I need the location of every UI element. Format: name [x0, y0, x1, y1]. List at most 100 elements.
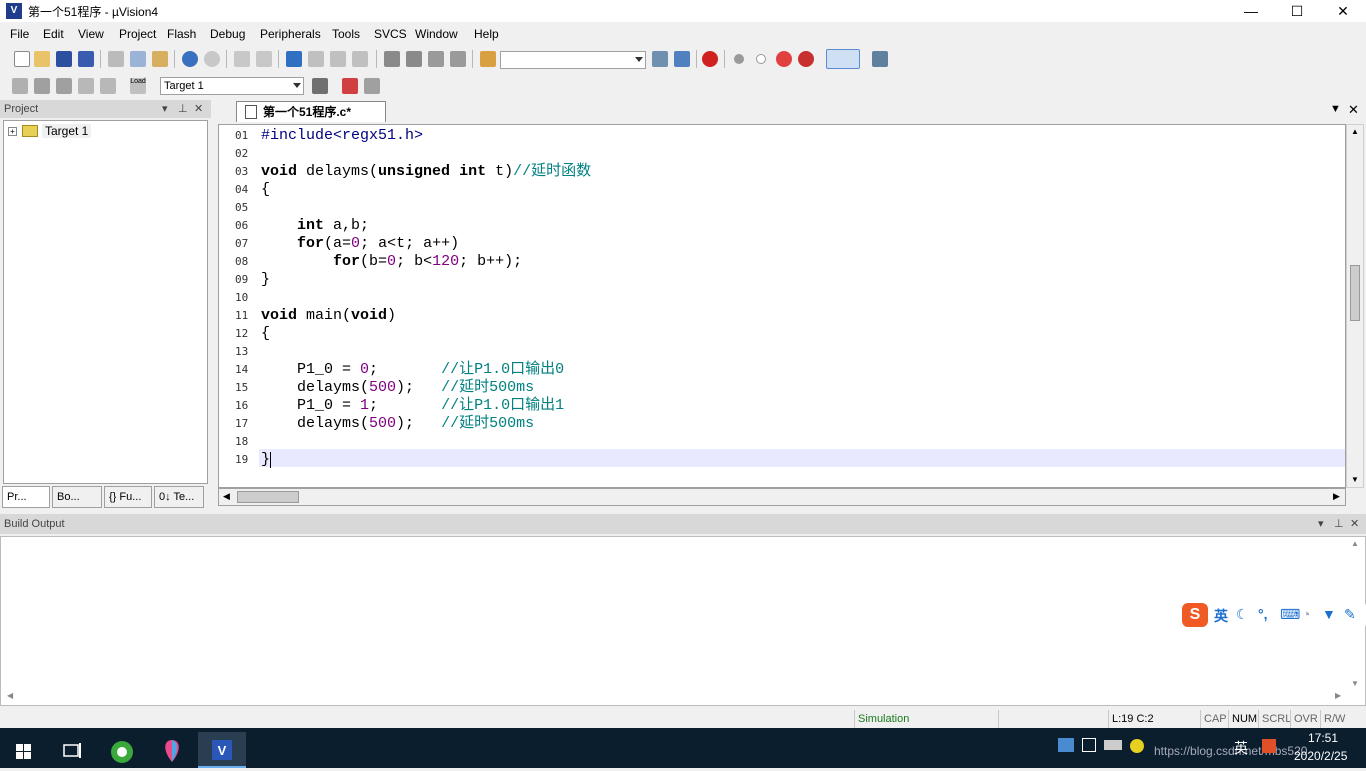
clock-date[interactable]: 2020/2/25: [1294, 749, 1347, 763]
nav-back-icon[interactable]: [234, 51, 250, 67]
clock-time[interactable]: 17:51: [1308, 731, 1338, 745]
configure-icon[interactable]: [872, 51, 888, 67]
pin-icon[interactable]: ⊥: [178, 100, 188, 118]
window-layout-icon[interactable]: [826, 49, 860, 69]
taskbar-app-paint[interactable]: [148, 732, 196, 768]
manage-components-icon[interactable]: [342, 78, 358, 94]
close-button[interactable]: ✕: [1320, 0, 1366, 22]
close-tab-icon[interactable]: ✕: [1348, 102, 1359, 118]
new-file-icon[interactable]: [14, 51, 30, 67]
disable-all-breakpoints-icon[interactable]: [776, 51, 792, 67]
build-close-icon[interactable]: ✕: [1350, 514, 1359, 534]
redo-icon[interactable]: [204, 51, 220, 67]
editor-file-tab[interactable]: 第一个51程序.c*: [236, 101, 386, 122]
horizontal-scrollbar[interactable]: ◀ ▶: [218, 488, 1346, 506]
code-line[interactable]: int a,b;: [261, 217, 369, 235]
vertical-scroll-thumb[interactable]: [1350, 265, 1360, 321]
ime-lang-toggle[interactable]: 英: [1214, 606, 1228, 626]
wrench-icon[interactable]: ✎: [1344, 606, 1356, 623]
menu-window[interactable]: Window: [415, 27, 458, 41]
code-line[interactable]: void delayms(unsigned int t)//延时函数: [261, 163, 591, 181]
nav-forward-icon[interactable]: [256, 51, 272, 67]
moon-icon[interactable]: ☾: [1236, 606, 1249, 623]
next-bookmark-icon[interactable]: [330, 51, 346, 67]
code-line[interactable]: for(b=0; b<120; b++);: [261, 253, 522, 271]
uncomment-icon[interactable]: [450, 51, 466, 67]
kill-all-breakpoints-icon[interactable]: [798, 51, 814, 67]
save-all-icon[interactable]: [78, 51, 94, 67]
open-folder-icon[interactable]: [34, 51, 50, 67]
menu-help[interactable]: Help: [474, 27, 499, 41]
scroll-right-icon[interactable]: ▶: [1333, 491, 1340, 502]
menu-view[interactable]: View: [78, 27, 104, 41]
load-icon[interactable]: Load: [130, 78, 146, 94]
menu-flash[interactable]: Flash: [167, 27, 196, 41]
panel-close-icon[interactable]: ✕: [194, 100, 203, 118]
find-in-files-icon[interactable]: [480, 51, 496, 67]
copy-icon[interactable]: [130, 51, 146, 67]
tab-project[interactable]: Pr...: [2, 486, 50, 508]
code-line[interactable]: {: [261, 181, 270, 199]
build-panel-menu-icon[interactable]: ▾: [1318, 514, 1324, 534]
menu-peripherals[interactable]: Peripherals: [260, 27, 321, 41]
build-scroll-up-icon[interactable]: ▲: [1351, 539, 1359, 548]
network-share-icon[interactable]: [1058, 738, 1074, 752]
tab-templates[interactable]: 0↓ Te...: [154, 486, 204, 508]
taskbar-ime-lang[interactable]: 英: [1234, 738, 1248, 758]
skin-icon[interactable]: ▼: [1322, 606, 1336, 622]
code-line[interactable]: P1_0 = 0; //让P1.0口输出0: [261, 361, 564, 379]
find-combo[interactable]: [500, 51, 646, 69]
user-icon[interactable]: ◔: [1302, 606, 1310, 622]
menu-tools[interactable]: Tools: [332, 27, 360, 41]
expand-icon[interactable]: +: [8, 127, 17, 136]
target-options-icon[interactable]: [312, 78, 328, 94]
device-tray-icon[interactable]: [1104, 740, 1122, 750]
code-area[interactable]: 01 02 03 04 05 06 07 08 09 10 11 12 13 14 15 16 17 18 19 #…: [218, 124, 1346, 488]
punctuation-icon[interactable]: °,: [1258, 606, 1268, 622]
rebuild-icon[interactable]: [56, 78, 72, 94]
keyboard-icon[interactable]: ⌨: [1280, 606, 1300, 623]
menu-edit[interactable]: Edit: [43, 27, 64, 41]
code-line[interactable]: for(a=0; a<t; a++): [261, 235, 459, 253]
scroll-down-icon[interactable]: ▼: [1351, 475, 1359, 484]
disable-breakpoint-icon[interactable]: [756, 54, 766, 64]
indent-icon[interactable]: [384, 51, 400, 67]
tab-functions[interactable]: {} Fu...: [104, 486, 152, 508]
menu-svcs[interactable]: SVCS: [374, 27, 407, 41]
start-button[interactable]: [0, 732, 48, 768]
build-pin-icon[interactable]: ⊥: [1334, 514, 1344, 534]
unindent-icon[interactable]: [406, 51, 422, 67]
menu-debug[interactable]: Debug: [210, 27, 245, 41]
batch-build-icon[interactable]: [78, 78, 94, 94]
plus-tray-icon[interactable]: [1130, 739, 1144, 753]
save-icon[interactable]: [56, 51, 72, 67]
clear-bookmarks-icon[interactable]: [352, 51, 368, 67]
taskbar-app-uvision[interactable]: V: [198, 732, 246, 768]
find-icon[interactable]: [652, 51, 668, 67]
code-line[interactable]: }: [261, 271, 270, 289]
menu-file[interactable]: File: [10, 27, 29, 41]
horizontal-scroll-thumb[interactable]: [237, 491, 299, 503]
paste-icon[interactable]: [152, 51, 168, 67]
copy-tray-icon[interactable]: [1082, 738, 1096, 752]
code-line[interactable]: P1_0 = 1; //让P1.0口输出1: [261, 397, 564, 415]
cut-icon[interactable]: [108, 51, 124, 67]
code-line[interactable]: void main(void): [261, 307, 396, 325]
breakpoint-icon[interactable]: [734, 54, 744, 64]
maximize-button[interactable]: ☐: [1274, 0, 1320, 22]
build-icon[interactable]: [34, 78, 50, 94]
task-view-button[interactable]: [48, 732, 96, 768]
code-line[interactable]: }: [261, 451, 270, 469]
comment-icon[interactable]: [428, 51, 444, 67]
scroll-up-icon[interactable]: ▲: [1351, 127, 1359, 136]
tree-item-target[interactable]: Target 1: [42, 124, 92, 138]
bookmark-icon[interactable]: [286, 51, 302, 67]
build-scroll-down-icon[interactable]: ▼: [1351, 679, 1359, 688]
debug-session-icon[interactable]: [702, 51, 718, 67]
tab-books[interactable]: Bo...: [52, 486, 102, 508]
sogou-logo-icon[interactable]: S: [1182, 603, 1208, 627]
code-line[interactable]: {: [261, 325, 270, 343]
scroll-left-icon[interactable]: ◀: [223, 491, 230, 502]
incremental-find-icon[interactable]: [674, 51, 690, 67]
tab-list-icon[interactable]: ▼: [1330, 103, 1341, 115]
